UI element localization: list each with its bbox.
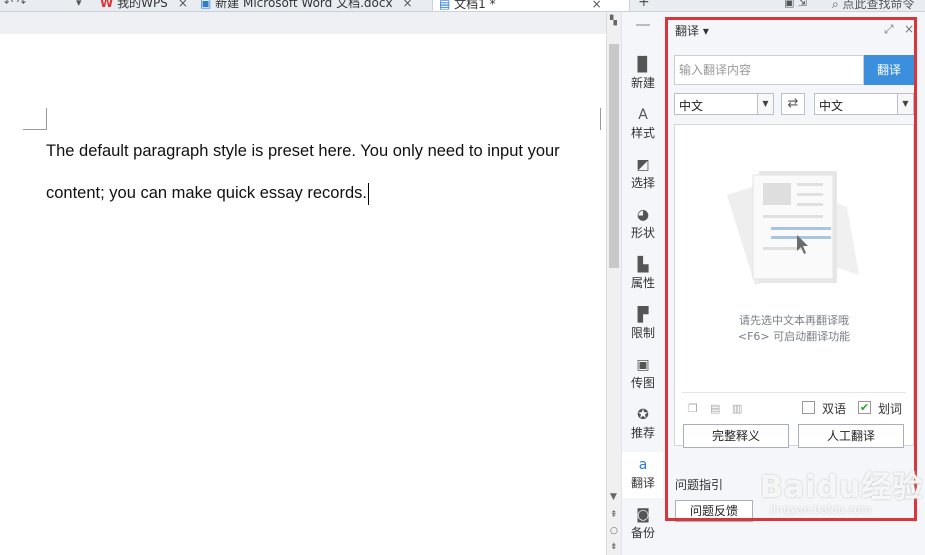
rail-item-recommend[interactable]: ✪ 推荐 <box>622 402 664 448</box>
watermark-url: jingyan.baidu.com <box>770 503 872 516</box>
panel-title[interactable]: 翻译 ▾ <box>675 22 709 39</box>
chevron-down-icon: ▼ <box>757 94 773 114</box>
tool-rail: ▉ 新建 A 样式 ◩ 选择 ◕ 形状 ▙ 属性 ▛ 限制 ▣ 传图 ✪ 推荐 … <box>621 12 664 555</box>
image-upload-icon: ▣ <box>636 357 650 373</box>
wps-logo-icon: W <box>100 0 114 10</box>
rail-item-select[interactable]: ◩ 选择 <box>622 152 664 198</box>
word-doc-icon: ▣ <box>200 0 212 10</box>
swap-languages-button[interactable]: ⇄ <box>781 93 805 115</box>
document-body[interactable]: The default paragraph style is preset he… <box>46 130 591 214</box>
page-gap <box>0 12 606 34</box>
feedback-button[interactable]: 问题反馈 <box>675 500 753 522</box>
target-language-select[interactable]: 中文 ▼ <box>814 93 914 115</box>
tab-document1[interactable]: ▤ 文档1 * × <box>432 0 630 11</box>
backup-icon: ◙ <box>636 507 650 523</box>
word-pick-checkbox[interactable]: ✔ <box>858 401 871 414</box>
result-toolbar-divider <box>682 392 906 393</box>
translate-button[interactable]: 翻译 <box>864 55 914 85</box>
delete-icon[interactable]: ▥ <box>732 402 742 415</box>
file-icon: ▉ <box>637 57 649 73</box>
close-icon[interactable]: × <box>178 0 188 10</box>
document-canvas[interactable] <box>0 12 606 555</box>
rail-item-restrict[interactable]: ▛ 限制 <box>622 302 664 348</box>
paragraph-line: content; you can make quick essay record… <box>46 184 367 202</box>
rail-label: 属性 <box>630 276 655 290</box>
tab-label: 我的WPS <box>117 0 168 10</box>
recommend-icon: ✪ <box>637 407 649 423</box>
rail-label: 新建 <box>630 76 655 90</box>
command-search-label: 点此查找命令 <box>842 0 915 11</box>
rail-item-properties[interactable]: ▙ 属性 <box>622 252 664 298</box>
text-caret <box>368 182 369 205</box>
rail-item-style[interactable]: A 样式 <box>622 102 664 148</box>
style-icon: A <box>638 107 648 123</box>
rail-handle <box>636 24 650 26</box>
tab-label: 新建 Microsoft Word 文档.docx <box>215 0 393 10</box>
tab-label: 文档1 * <box>454 0 496 11</box>
page-down-icon[interactable]: ⇟ <box>610 542 618 552</box>
document-illustration-icon <box>727 171 859 285</box>
rail-label: 形状 <box>630 226 655 240</box>
watermark: Baidu经验 <box>760 470 924 505</box>
chevron-down-icon[interactable]: ▾ <box>76 0 82 9</box>
page-up-icon[interactable]: ⇞ <box>610 510 618 520</box>
rail-label: 样式 <box>630 126 655 140</box>
pin-icon[interactable]: ⤢ <box>884 22 894 37</box>
tab-docx[interactable]: ▣ 新建 Microsoft Word 文档.docx × <box>200 0 413 11</box>
rail-item-translate[interactable]: a 翻译 <box>622 452 664 498</box>
rail-label: 限制 <box>630 326 655 340</box>
source-language-select[interactable]: 中文 ▼ <box>674 93 774 115</box>
target-language-value: 中文 <box>819 99 844 113</box>
human-translation-button[interactable]: 人工翻译 <box>798 424 904 448</box>
quick-access-icons[interactable]: ↶ ↷ <box>4 0 26 9</box>
properties-icon: ▙ <box>637 257 649 273</box>
rail-item-shape[interactable]: ◕ 形状 <box>622 202 664 248</box>
select-browse-icon[interactable]: ○ <box>610 526 618 536</box>
source-language-value: 中文 <box>679 99 704 113</box>
rail-label: 推荐 <box>630 426 655 440</box>
new-tab-icon[interactable]: + <box>638 0 650 10</box>
rail-item-new[interactable]: ▉ 新建 <box>622 52 664 98</box>
select-icon: ◩ <box>636 157 650 173</box>
rail-label: 选择 <box>630 176 655 190</box>
tab-bar: ↶ ↷ ▾ W 我的WPS × ▣ 新建 Microsoft Word 文档.do… <box>0 0 925 12</box>
scroll-down-icon[interactable]: ▼ <box>610 492 617 502</box>
command-search[interactable]: ⌕ 点此查找命令 <box>832 0 915 11</box>
rail-label: 翻译 <box>630 476 655 490</box>
paragraph-line: The default paragraph style is preset he… <box>46 142 560 160</box>
rail-label: 备份 <box>630 526 655 540</box>
translate-shortcut-hint: <F6> 可启动翻译功能 <box>737 330 851 343</box>
swap-icon: ⇄ <box>787 96 799 111</box>
rail-item-backup[interactable]: ◙ 备份 <box>622 502 664 548</box>
close-icon[interactable]: × <box>592 0 602 11</box>
vertical-scrollbar[interactable]: ▚ ▼ ⇞ ○ ⇟ <box>606 12 621 555</box>
rail-item-image-upload[interactable]: ▣ 传图 <box>622 352 664 398</box>
word-pick-label: 划词 <box>878 402 903 416</box>
translate-input[interactable] <box>674 55 864 85</box>
margin-corner-mark <box>23 108 47 130</box>
translate-hint: 请先选中文本再翻译哦 <box>739 314 849 327</box>
restrict-icon: ▛ <box>637 307 649 323</box>
paragraph-line-caret: content; you can make quick essay record… <box>46 172 591 214</box>
insert-icon[interactable]: ▤ <box>710 402 720 415</box>
faq-title: 问题指引 <box>675 478 724 492</box>
tab-my-wps[interactable]: W 我的WPS × <box>100 0 188 11</box>
shape-icon: ◕ <box>636 207 650 223</box>
chevron-down-icon: ▼ <box>897 94 913 114</box>
translation-result-area: 请先选中文本再翻译哦 <F6> 可启动翻译功能 <box>674 124 914 446</box>
word-doc-icon: ▤ <box>439 0 451 11</box>
panel-toggle-icon[interactable]: ▚ <box>610 16 617 26</box>
close-icon[interactable]: × <box>403 0 413 10</box>
toolbar-icons[interactable]: ▣ ⇲ <box>784 0 807 9</box>
copy-icon[interactable]: ❐ <box>688 402 698 415</box>
bilingual-label: 双语 <box>822 402 847 416</box>
scrollbar-thumb[interactable] <box>609 44 619 268</box>
bilingual-checkbox[interactable] <box>802 401 815 414</box>
rail-label: 传图 <box>630 376 655 390</box>
translate-icon: a <box>638 457 648 473</box>
close-icon[interactable]: × <box>904 22 914 36</box>
full-definition-button[interactable]: 完整释义 <box>683 424 789 448</box>
